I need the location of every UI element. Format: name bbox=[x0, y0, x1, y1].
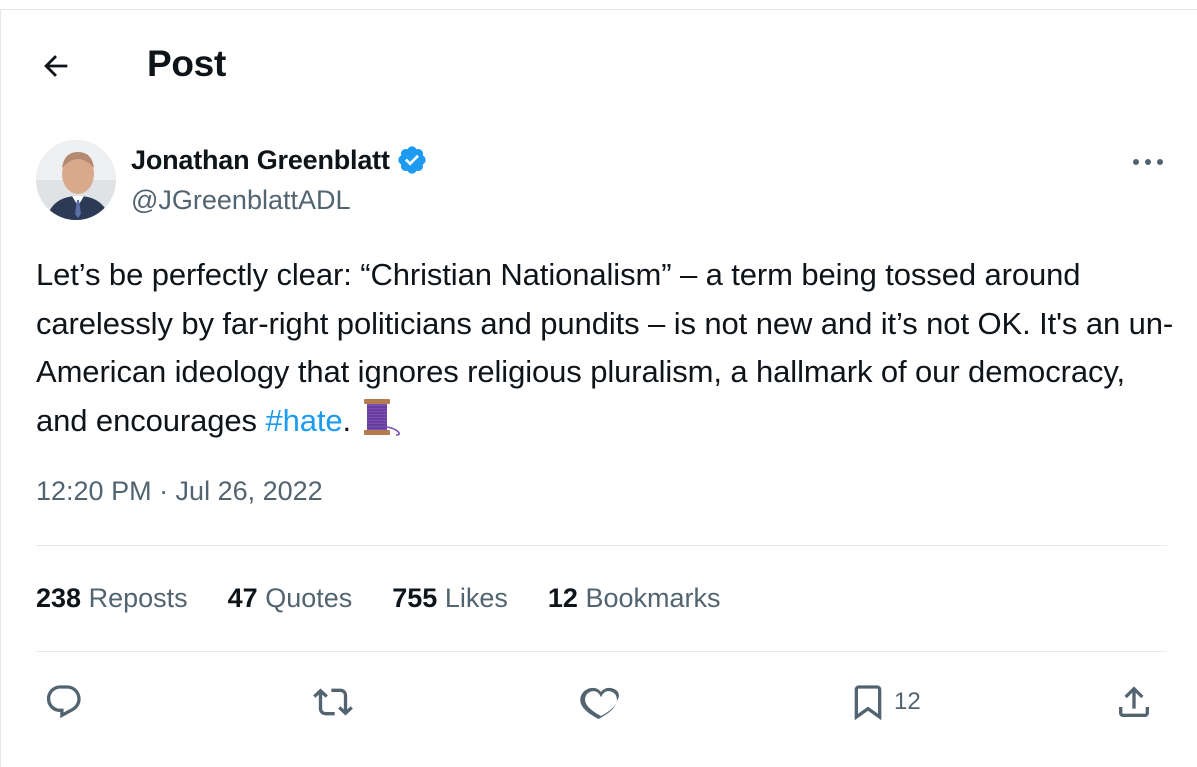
reposts-stat[interactable]: 238 Reposts bbox=[36, 583, 188, 614]
avatar[interactable] bbox=[36, 140, 116, 220]
share-icon bbox=[1119, 686, 1149, 717]
divider bbox=[36, 651, 1167, 652]
spool-of-thread-icon bbox=[363, 398, 400, 436]
quotes-count: 47 bbox=[227, 583, 258, 613]
more-dots-icon bbox=[1133, 159, 1163, 165]
likes-label: Likes bbox=[444, 583, 508, 613]
engagement-stats: 238 Reposts 47 Quotes 755 Likes 12 Bookm… bbox=[36, 583, 760, 614]
page-title: Post bbox=[147, 43, 226, 84]
reposts-count: 238 bbox=[36, 583, 82, 613]
repost-icon bbox=[313, 688, 353, 716]
author-handle[interactable]: @JGreenblattADL bbox=[131, 185, 351, 216]
bookmarks-stat[interactable]: 12 Bookmarks bbox=[548, 583, 721, 614]
bookmark-button[interactable]: 12 bbox=[848, 680, 921, 724]
author-name-text[interactable]: Jonathan Greenblatt bbox=[131, 145, 390, 176]
tweet-text-tail: . bbox=[342, 402, 360, 438]
reposts-label: Reposts bbox=[88, 583, 188, 613]
arrow-left-icon bbox=[44, 55, 68, 77]
heart-icon bbox=[580, 687, 619, 719]
tweet-text-body: Let’s be perfectly clear: “Christian Nat… bbox=[36, 257, 1174, 438]
reply-icon bbox=[46, 685, 81, 719]
author-name[interactable]: Jonathan Greenblatt bbox=[131, 144, 428, 176]
repost-button[interactable] bbox=[312, 680, 354, 724]
bookmark-icon bbox=[854, 685, 882, 721]
bookmarks-count: 12 bbox=[547, 583, 578, 613]
post-timestamp[interactable]: 12:20 PM · Jul 26, 2022 bbox=[36, 476, 323, 507]
back-button[interactable] bbox=[36, 46, 76, 86]
divider bbox=[36, 545, 1167, 546]
likes-count: 755 bbox=[392, 583, 438, 613]
share-button[interactable] bbox=[1114, 680, 1154, 724]
bookmark-count: 12 bbox=[894, 688, 921, 715]
bookmarks-label: Bookmarks bbox=[585, 583, 721, 613]
reply-button[interactable] bbox=[44, 680, 84, 724]
quotes-label: Quotes bbox=[265, 583, 353, 613]
hashtag-link[interactable]: #hate bbox=[265, 403, 342, 438]
more-options-button[interactable] bbox=[1124, 144, 1172, 180]
verified-badge-icon[interactable] bbox=[396, 144, 428, 176]
quotes-stat[interactable]: 47 Quotes bbox=[228, 583, 353, 614]
tweet-text: Let’s be perfectly clear: “Christian Nat… bbox=[36, 251, 1176, 445]
likes-stat[interactable]: 755 Likes bbox=[392, 583, 508, 614]
avatar-photo bbox=[36, 140, 116, 220]
like-button[interactable] bbox=[580, 680, 622, 724]
